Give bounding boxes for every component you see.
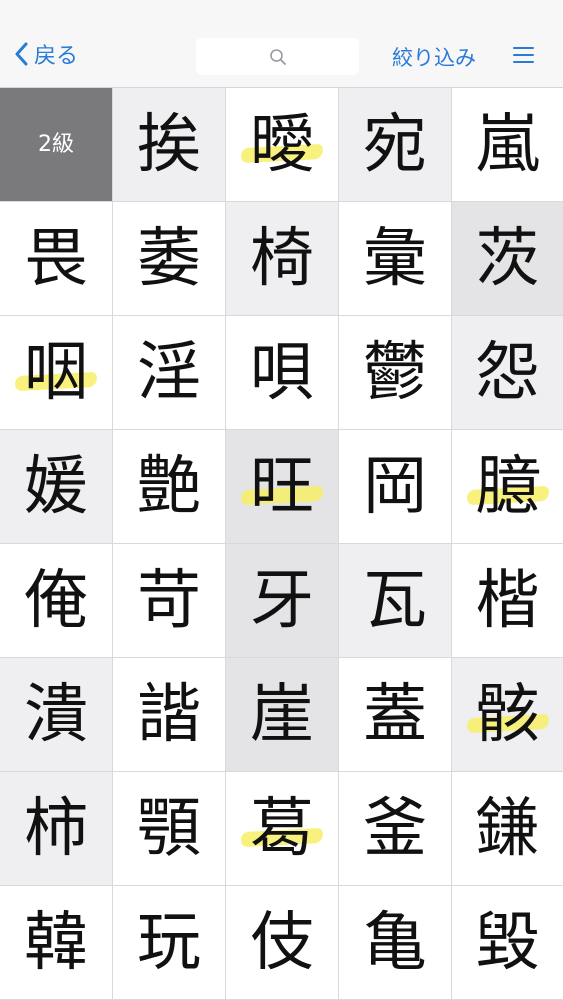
- kanji-cell[interactable]: 彙: [339, 202, 452, 316]
- search-icon: [269, 48, 286, 65]
- menu-icon[interactable]: [513, 45, 535, 65]
- kanji-character: 玩: [137, 905, 201, 980]
- kanji-character: 伎: [250, 905, 314, 980]
- kanji-cell[interactable]: 牙: [226, 544, 339, 658]
- search-field[interactable]: [196, 38, 359, 75]
- back-button[interactable]: 戻る: [14, 38, 78, 70]
- level-label: 2級: [0, 88, 113, 202]
- kanji-character: 曖: [250, 107, 314, 182]
- kanji-cell[interactable]: 毀: [452, 886, 563, 1000]
- kanji-character: 韓: [24, 905, 88, 980]
- kanji-cell[interactable]: 潰: [0, 658, 113, 772]
- kanji-cell[interactable]: 椅: [226, 202, 339, 316]
- kanji-cell[interactable]: 顎: [113, 772, 226, 886]
- kanji-cell[interactable]: 咽: [0, 316, 113, 430]
- kanji-character: 潰: [24, 677, 88, 752]
- kanji-cell[interactable]: 怨: [452, 316, 563, 430]
- level-text: 2級: [38, 131, 74, 157]
- kanji-cell[interactable]: 苛: [113, 544, 226, 658]
- kanji-cell[interactable]: 玩: [113, 886, 226, 1000]
- kanji-cell[interactable]: 旺: [226, 430, 339, 544]
- kanji-character: 臆: [475, 449, 540, 524]
- kanji-cell[interactable]: 葛: [226, 772, 339, 886]
- kanji-character: 旺: [250, 449, 314, 524]
- kanji-character: 苛: [137, 563, 201, 638]
- kanji-character: 諧: [137, 677, 201, 752]
- kanji-cell[interactable]: 骸: [452, 658, 563, 772]
- kanji-character: 顎: [137, 791, 201, 866]
- kanji-character: 葛: [250, 791, 314, 866]
- kanji-character: 岡: [363, 449, 427, 524]
- chevron-left-icon: [15, 42, 28, 66]
- kanji-character: 柿: [24, 791, 88, 866]
- kanji-character: 鎌: [475, 791, 540, 866]
- kanji-cell[interactable]: 鎌: [452, 772, 563, 886]
- kanji-character: 亀: [363, 905, 427, 980]
- kanji-cell[interactable]: 崖: [226, 658, 339, 772]
- kanji-character: 畏: [24, 221, 88, 296]
- kanji-cell[interactable]: 瓦: [339, 544, 452, 658]
- kanji-character: 宛: [363, 107, 427, 182]
- kanji-character: 咽: [24, 335, 88, 410]
- kanji-character: 骸: [475, 677, 540, 752]
- kanji-character: 椅: [250, 221, 314, 296]
- kanji-cell[interactable]: 茨: [452, 202, 563, 316]
- kanji-cell[interactable]: 柿: [0, 772, 113, 886]
- kanji-character: 瓦: [363, 563, 427, 638]
- kanji-cell[interactable]: 韓: [0, 886, 113, 1000]
- filter-button[interactable]: 絞り込み: [392, 42, 476, 72]
- kanji-cell[interactable]: 宛: [339, 88, 452, 202]
- kanji-grid: 2級 挨曖宛嵐畏萎椅彙茨咽淫唄鬱怨媛艶旺岡臆俺苛牙瓦楷潰諧崖蓋骸柿顎葛釜鎌韓玩伎亀…: [0, 88, 563, 1000]
- kanji-cell[interactable]: 岡: [339, 430, 452, 544]
- kanji-character: 崖: [250, 677, 314, 752]
- kanji-cell[interactable]: 釜: [339, 772, 452, 886]
- kanji-character: 茨: [475, 221, 540, 296]
- kanji-cell[interactable]: 臆: [452, 430, 563, 544]
- kanji-character: 唄: [250, 335, 314, 410]
- kanji-character: 嵐: [475, 107, 540, 182]
- kanji-cell[interactable]: 嵐: [452, 88, 563, 202]
- kanji-character: 媛: [24, 449, 88, 524]
- kanji-character: 毀: [475, 905, 540, 980]
- kanji-character: 鬱: [363, 335, 427, 410]
- kanji-character: 牙: [250, 563, 314, 638]
- kanji-cell[interactable]: 艶: [113, 430, 226, 544]
- kanji-cell[interactable]: 曖: [226, 88, 339, 202]
- kanji-cell[interactable]: 亀: [339, 886, 452, 1000]
- back-label: 戻る: [34, 44, 79, 69]
- kanji-cell[interactable]: 淫: [113, 316, 226, 430]
- kanji-cell[interactable]: 伎: [226, 886, 339, 1000]
- kanji-character: 挨: [137, 107, 201, 182]
- kanji-character: 怨: [475, 335, 540, 410]
- kanji-character: 艶: [137, 449, 201, 524]
- kanji-character: 淫: [137, 335, 201, 410]
- kanji-character: 俺: [24, 563, 88, 638]
- kanji-cell[interactable]: 挨: [113, 88, 226, 202]
- kanji-character: 蓋: [363, 677, 427, 752]
- navigation-bar: 戻る 絞り込み: [0, 0, 563, 88]
- kanji-cell[interactable]: 畏: [0, 202, 113, 316]
- kanji-cell[interactable]: 楷: [452, 544, 563, 658]
- kanji-character: 釜: [363, 791, 427, 866]
- kanji-cell[interactable]: 諧: [113, 658, 226, 772]
- kanji-character: 楷: [475, 563, 540, 638]
- kanji-cell[interactable]: 媛: [0, 430, 113, 544]
- kanji-cell[interactable]: 蓋: [339, 658, 452, 772]
- kanji-cell[interactable]: 俺: [0, 544, 113, 658]
- kanji-character: 萎: [137, 221, 201, 296]
- kanji-cell[interactable]: 鬱: [339, 316, 452, 430]
- kanji-cell[interactable]: 萎: [113, 202, 226, 316]
- kanji-character: 彙: [363, 221, 427, 296]
- kanji-cell[interactable]: 唄: [226, 316, 339, 430]
